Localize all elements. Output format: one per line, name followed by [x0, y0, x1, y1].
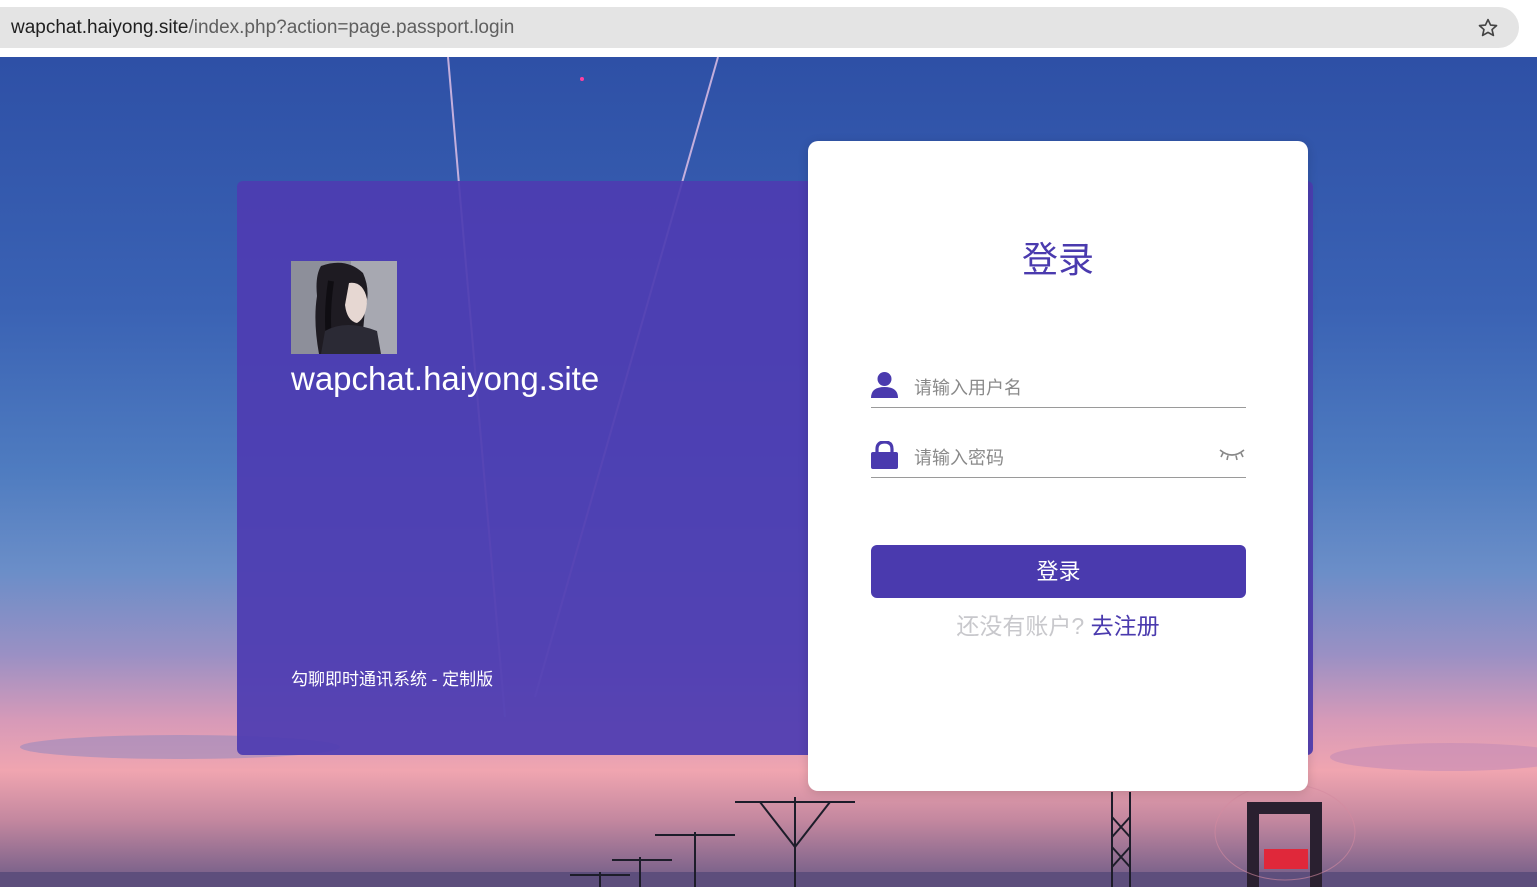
login-button[interactable]: 登录 [871, 545, 1246, 598]
username-input[interactable] [914, 373, 1204, 403]
register-link[interactable]: 去注册 [1091, 613, 1160, 639]
password-input[interactable] [914, 443, 1204, 473]
site-name: wapchat.haiyong.site [291, 360, 600, 397]
browser-toolbar: wapchat.haiyong.site/index.php?action=pa… [0, 0, 1537, 57]
eye-closed-icon[interactable] [1218, 447, 1246, 463]
url-path: /index.php?action=page.passport.login [188, 17, 515, 38]
star-icon[interactable] [1477, 17, 1499, 39]
login-card: 登录 登录 还没有账户? 去注册 [808, 141, 1308, 791]
login-title: 登录 [1021, 239, 1094, 280]
lock-icon [871, 441, 898, 469]
url-text[interactable]: wapchat.haiyong.site/index.php?action=pa… [11, 17, 514, 39]
register-line: 还没有账户? 去注册 [808, 611, 1308, 641]
avatar [291, 261, 397, 354]
url-host: wapchat.haiyong.site [11, 17, 189, 38]
register-prompt: 还没有账户? [956, 613, 1085, 639]
user-icon [871, 372, 898, 398]
login-page: wapchat.haiyong.site 勾聊即时通讯系统 - 定制版 登录 请… [0, 57, 1537, 887]
password-field [871, 435, 1246, 478]
username-field [871, 365, 1246, 408]
system-name: 勾聊即时通讯系统 - 定制版 [291, 670, 494, 689]
address-bar[interactable]: wapchat.haiyong.site/index.php?action=pa… [0, 7, 1519, 48]
